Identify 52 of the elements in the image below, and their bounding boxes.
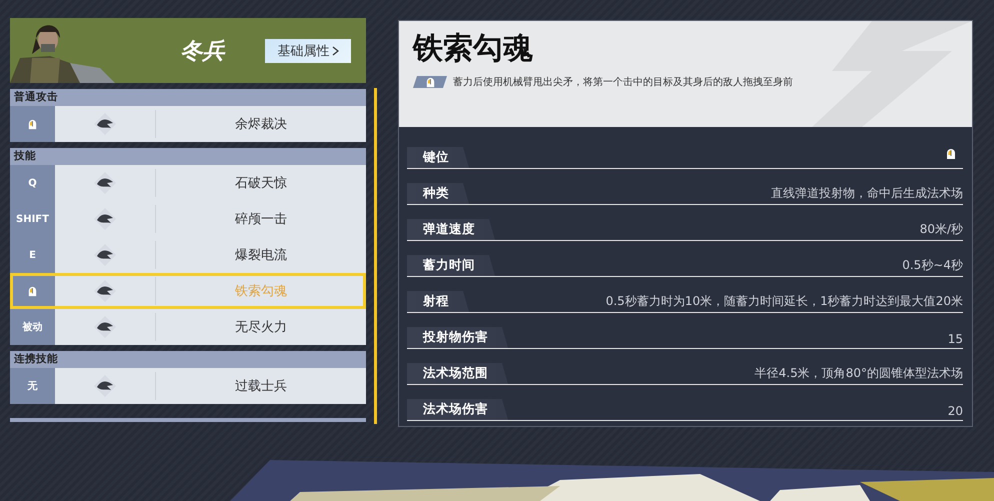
hero-name: 冬兵	[180, 38, 226, 66]
key-label: Q	[28, 178, 37, 188]
key-label: 被动	[22, 320, 42, 334]
skill-row[interactable]: 无 过载士兵	[10, 368, 366, 404]
mouse-icon	[27, 118, 38, 130]
skill-icon	[93, 243, 117, 267]
skill-row[interactable]: 余烬裁决	[10, 106, 366, 142]
skill-name: 余烬裁决	[235, 116, 287, 133]
stat-label: 种类	[407, 183, 469, 204]
stat-value: 直线弹道投射物，命中后生成法术场	[771, 185, 963, 202]
skill-icon	[93, 315, 117, 339]
key-label: 无	[28, 380, 38, 393]
mouse-icon	[945, 148, 957, 160]
skill-icon	[93, 374, 117, 398]
stat-label: 蓄力时间	[407, 255, 495, 276]
skill-icon	[93, 112, 117, 136]
stat-label: 射程	[407, 291, 469, 312]
stat-label: 键位	[407, 147, 469, 168]
skill-row[interactable]: 被动 无尽火力	[10, 309, 366, 345]
attributes-button[interactable]: 基础属性	[265, 38, 351, 62]
chevron-icon	[332, 46, 338, 56]
skill-name: 铁索勾魂	[235, 283, 287, 300]
skill-icon	[93, 171, 117, 195]
stat-label: 法术场伤害	[407, 399, 508, 420]
skill-name: 无尽火力	[235, 319, 287, 336]
skill-title: 铁索勾魂	[413, 30, 534, 68]
section-title: 普通攻击	[10, 89, 366, 106]
section-title: 连携技能	[10, 351, 366, 368]
stat-value: 80米/秒	[920, 221, 963, 238]
mouse-icon	[424, 76, 436, 88]
skill-row[interactable]: Q 石破天惊	[10, 165, 366, 201]
skill-name: 石破天惊	[235, 175, 287, 192]
skill-description: 蓄力后使用机械臂甩出尖矛，将第一个击中的目标及其身后的敌人拖拽至身前	[453, 76, 793, 89]
stat-label: 弹道速度	[407, 219, 495, 240]
stat-value: 0.5秒蓄力时为10米，随蓄力时间延长，1秒蓄力时达到最大值20米	[606, 293, 963, 310]
skill-icon	[93, 207, 117, 231]
key-label: SHIFT	[16, 214, 49, 224]
stat-value: 0.5秒~4秒	[902, 257, 963, 274]
skill-icon	[93, 279, 117, 303]
skill-name: 碎颅一击	[235, 211, 287, 228]
key-label: E	[29, 250, 36, 260]
skill-name: 过载士兵	[235, 378, 287, 395]
mouse-icon	[27, 286, 38, 296]
section-title: 技能	[10, 148, 366, 165]
skill-name: 爆裂电流	[235, 247, 287, 264]
skill-row[interactable]: E 爆裂电流	[10, 237, 366, 273]
stat-label: 投射物伤害	[407, 327, 508, 348]
stat-value: 20	[948, 404, 963, 420]
stat-value: 半径4.5米，顶角80°的圆锥体型法术场	[754, 365, 963, 382]
stat-value: 15	[948, 332, 963, 348]
skill-row[interactable]: SHIFT 碎颅一击	[10, 201, 366, 237]
stat-label: 法术场范围	[407, 363, 508, 384]
